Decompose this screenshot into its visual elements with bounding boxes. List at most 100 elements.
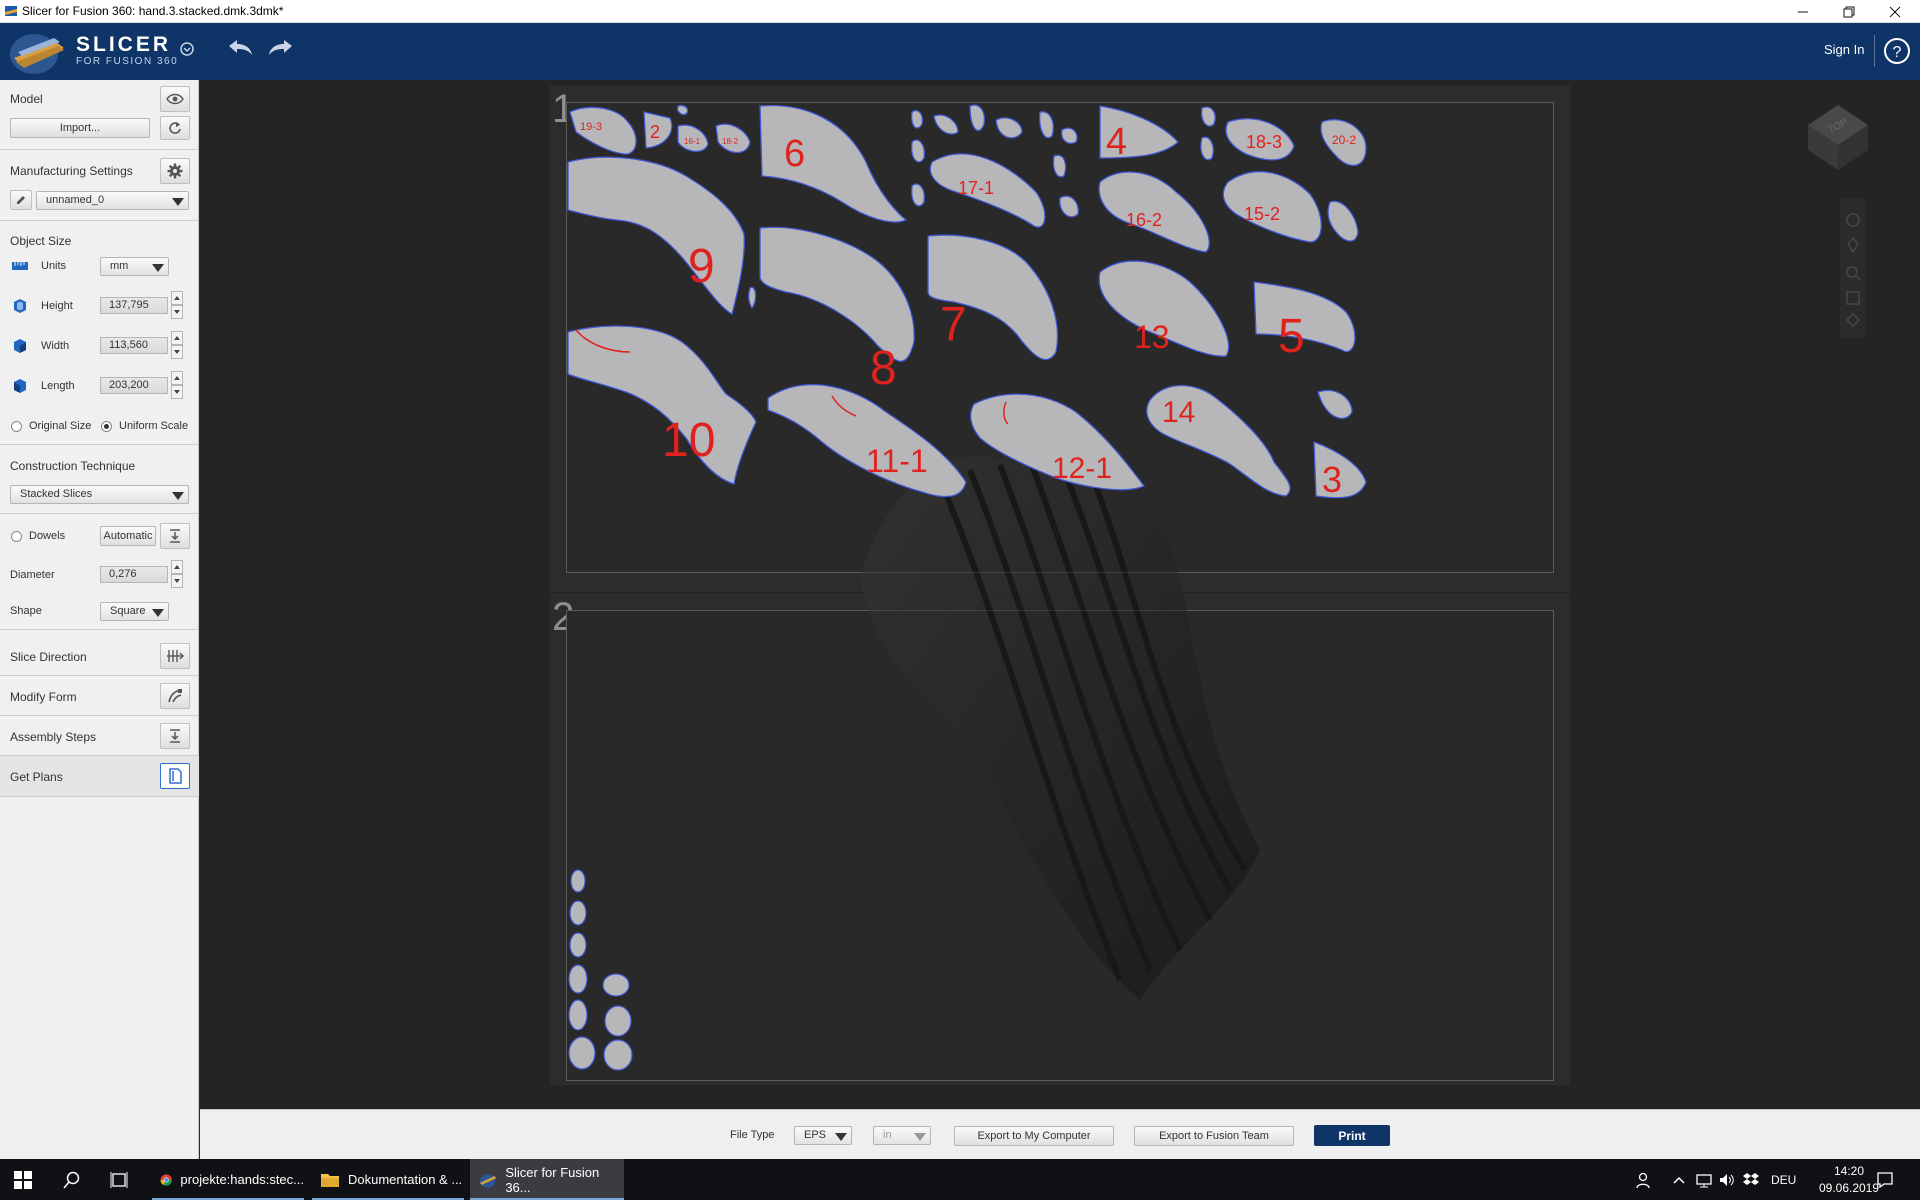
part-small bbox=[1052, 154, 1067, 178]
step-up-icon[interactable] bbox=[171, 560, 183, 574]
dowels-automatic-button[interactable]: Automatic bbox=[100, 526, 156, 546]
notifications-icon[interactable] bbox=[1876, 1171, 1894, 1189]
divider bbox=[0, 715, 199, 716]
input-language[interactable]: DEU bbox=[1771, 1173, 1796, 1187]
navigation-toolbar[interactable] bbox=[1840, 198, 1866, 338]
visibility-button[interactable] bbox=[160, 86, 190, 112]
restore-button[interactable] bbox=[1826, 0, 1872, 23]
divider bbox=[0, 149, 199, 150]
dowels-toggle[interactable] bbox=[11, 531, 22, 542]
redo-icon[interactable] bbox=[266, 36, 296, 60]
close-button[interactable] bbox=[1872, 0, 1918, 23]
view-cube[interactable]: TOP bbox=[1798, 95, 1878, 175]
divider bbox=[0, 220, 199, 221]
import-button[interactable]: Import... bbox=[10, 118, 150, 138]
svg-text:2: 2 bbox=[650, 122, 660, 142]
taskbar-app-label: projekte:hands:stec... bbox=[180, 1172, 304, 1187]
height-input[interactable]: 137,795 bbox=[100, 297, 168, 314]
get-plans-button[interactable] bbox=[160, 763, 190, 789]
part-small bbox=[933, 114, 959, 135]
construction-technique-value: Stacked Slices bbox=[20, 488, 93, 500]
chrome-icon bbox=[160, 1173, 172, 1186]
part-small bbox=[676, 104, 689, 116]
taskbar-app-chrome[interactable]: projekte:hands:stec... bbox=[152, 1159, 304, 1200]
windows-start-icon[interactable] bbox=[14, 1171, 32, 1189]
sign-in-link[interactable]: Sign In bbox=[1824, 42, 1864, 57]
svg-text:4: 4 bbox=[1106, 121, 1127, 163]
get-plans-title[interactable]: Get Plans bbox=[10, 770, 63, 784]
viewport-canvas[interactable]: 1 2 19-3 2 16-1 18-2 6 4 18-3 20-2 17-1 … bbox=[200, 80, 1920, 1109]
manufacturing-settings-button[interactable] bbox=[160, 158, 190, 184]
slice-direction-button[interactable] bbox=[160, 643, 190, 669]
refresh-button[interactable] bbox=[160, 116, 190, 140]
step-down-icon[interactable] bbox=[171, 305, 183, 319]
minimize-button[interactable] bbox=[1780, 0, 1826, 23]
units-dropdown[interactable]: mm bbox=[100, 257, 169, 276]
task-view-icon[interactable] bbox=[110, 1171, 128, 1189]
file-type-label: File Type bbox=[730, 1129, 775, 1141]
clock-time[interactable]: 14:20 bbox=[1821, 1164, 1877, 1178]
export-units-value: in bbox=[883, 1129, 892, 1141]
slicer-app-icon bbox=[5, 6, 17, 16]
step-up-icon[interactable] bbox=[171, 291, 183, 305]
width-input[interactable]: 113,560 bbox=[100, 337, 168, 354]
manufacturing-profile-dropdown[interactable]: unnamed_0 bbox=[36, 191, 189, 210]
svg-text:15-2: 15-2 bbox=[1244, 204, 1280, 224]
window-title-bar[interactable]: Slicer for Fusion 360: hand.3.stacked.dm… bbox=[0, 0, 1920, 23]
search-icon[interactable] bbox=[63, 1171, 81, 1189]
height-stepper[interactable] bbox=[171, 291, 183, 319]
network-icon[interactable] bbox=[1695, 1171, 1713, 1189]
height-cube-icon bbox=[14, 299, 26, 313]
construction-technique-dropdown[interactable]: Stacked Slices bbox=[10, 485, 189, 504]
divider bbox=[0, 796, 199, 797]
part-small bbox=[1200, 136, 1214, 161]
slice-direction-title[interactable]: Slice Direction bbox=[10, 650, 87, 664]
settings-dropdown-icon[interactable] bbox=[178, 40, 196, 58]
modify-form-button[interactable] bbox=[160, 683, 190, 709]
people-icon[interactable] bbox=[1636, 1171, 1654, 1189]
svg-text:6: 6 bbox=[784, 133, 805, 175]
part-11-1 bbox=[767, 384, 967, 498]
modify-form-title[interactable]: Modify Form bbox=[10, 690, 77, 704]
part-small bbox=[1039, 111, 1054, 139]
svg-text:7: 7 bbox=[940, 298, 967, 351]
help-icon[interactable]: ? bbox=[1883, 37, 1911, 65]
export-units-dropdown[interactable]: in bbox=[873, 1126, 931, 1145]
volume-icon[interactable] bbox=[1718, 1171, 1736, 1189]
chevron-down-icon bbox=[835, 1133, 847, 1141]
taskbar-app-explorer[interactable]: Dokumentation & ... bbox=[312, 1159, 464, 1200]
step-up-icon[interactable] bbox=[171, 371, 183, 385]
step-down-icon[interactable] bbox=[171, 345, 183, 359]
length-input[interactable]: 203,200 bbox=[100, 377, 168, 394]
file-type-dropdown[interactable]: EPS bbox=[794, 1126, 852, 1145]
original-size-label: Original Size bbox=[29, 420, 92, 432]
length-stepper[interactable] bbox=[171, 371, 183, 399]
diameter-input[interactable]: 0,276 bbox=[100, 566, 168, 583]
edit-profile-button[interactable] bbox=[10, 190, 32, 210]
assembly-steps-title[interactable]: Assembly Steps bbox=[10, 730, 96, 744]
original-size-radio[interactable] bbox=[11, 421, 22, 432]
model-section-title: Model bbox=[10, 92, 43, 106]
assembly-steps-button[interactable] bbox=[160, 723, 190, 749]
step-down-icon[interactable] bbox=[171, 385, 183, 399]
dropbox-icon[interactable] bbox=[1742, 1171, 1760, 1189]
units-label: Units bbox=[41, 260, 67, 272]
step-up-icon[interactable] bbox=[171, 331, 183, 345]
export-to-fusion-team-button[interactable]: Export to Fusion Team bbox=[1134, 1126, 1294, 1146]
taskbar-app-slicer[interactable]: Slicer for Fusion 36... bbox=[470, 1159, 624, 1200]
export-to-computer-button[interactable]: Export to My Computer bbox=[954, 1126, 1114, 1146]
chevron-up-icon[interactable] bbox=[1672, 1174, 1686, 1186]
close-icon bbox=[1889, 6, 1901, 17]
width-stepper[interactable] bbox=[171, 331, 183, 359]
undo-icon[interactable] bbox=[225, 36, 255, 60]
part-small bbox=[911, 183, 925, 207]
svg-text:19-3: 19-3 bbox=[580, 121, 602, 133]
dowel-shape-dropdown[interactable]: Square bbox=[100, 602, 169, 621]
step-down-icon[interactable] bbox=[171, 574, 183, 588]
uniform-scale-radio[interactable] bbox=[101, 421, 112, 432]
dowel-placement-button[interactable] bbox=[160, 523, 190, 549]
diameter-stepper[interactable] bbox=[171, 560, 183, 588]
print-button[interactable]: Print bbox=[1314, 1125, 1390, 1146]
length-cube-icon bbox=[14, 379, 26, 393]
slicer-logo-icon bbox=[10, 34, 64, 74]
